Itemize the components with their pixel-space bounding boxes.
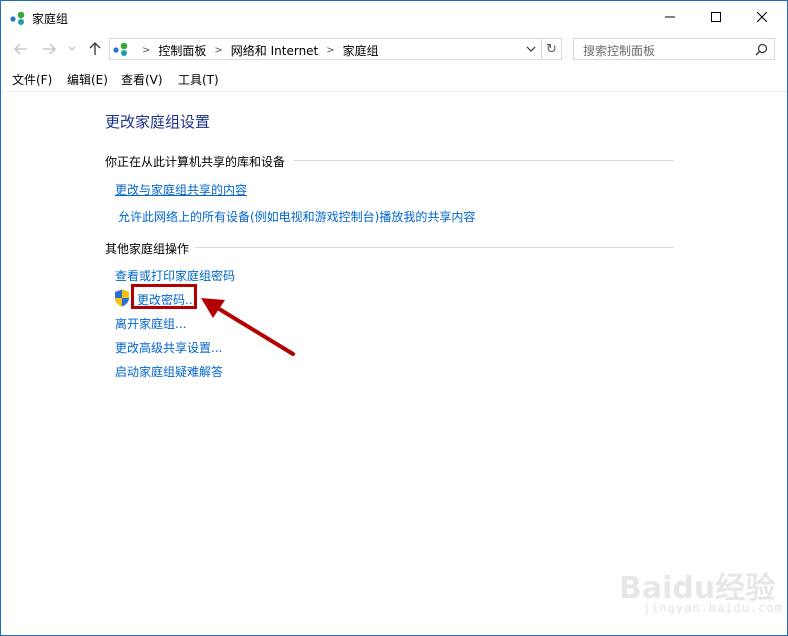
forward-button[interactable]: [39, 39, 59, 59]
breadcrumb: > 控制面板 > 网络和 Internet > 家庭组: [134, 42, 379, 59]
menu-bar: 文件(F) 编辑(E) 查看(V) 工具(T): [1, 67, 787, 92]
window-title: 家庭组: [32, 12, 69, 26]
chevron-right-icon[interactable]: >: [214, 45, 222, 56]
annotation-highlight-box: [131, 284, 197, 309]
link-view-print-password[interactable]: 查看或打印家庭组密码: [115, 267, 235, 284]
watermark-url: jingyan.baidu.com: [643, 601, 783, 615]
page-title: 更改家庭组设置: [105, 113, 211, 131]
search-placeholder: 搜索控制面板: [583, 44, 656, 58]
breadcrumb-item-control-panel[interactable]: 控制面板: [158, 42, 206, 59]
minimize-icon: [665, 16, 675, 18]
chevron-down-icon[interactable]: [525, 43, 537, 55]
arrow-left-icon: [14, 43, 27, 55]
homegroup-icon: [10, 11, 25, 25]
main-content: 更改家庭组设置 你正在从此计算机共享的库和设备 更改与家庭组共享的内容 允许此网…: [1, 92, 787, 635]
search-input[interactable]: 搜索控制面板: [573, 38, 775, 60]
uac-shield-icon: [115, 289, 129, 307]
minimize-button[interactable]: [647, 1, 693, 33]
navigation-bar: > 控制面板 > 网络和 Internet > 家庭组 ↻ 搜索控制面板: [1, 33, 787, 65]
chevron-down-icon: [68, 46, 76, 51]
breadcrumb-item-network[interactable]: 网络和 Internet: [231, 42, 318, 59]
control-panel-window: 家庭组 > 控制面板 > 网络和 Internet > 家庭组 ↻ 搜索控制面板…: [0, 0, 788, 636]
menu-view[interactable]: 查看(V): [121, 71, 163, 88]
section-divider: [195, 247, 674, 248]
search-icon[interactable]: [755, 43, 768, 56]
link-homegroup-troubleshooter[interactable]: 启动家庭组疑难解答: [115, 363, 223, 380]
section-heading-other-actions: 其他家庭组操作: [105, 242, 190, 256]
chevron-right-icon[interactable]: >: [326, 45, 334, 56]
arrow-right-icon: [43, 43, 56, 55]
back-button[interactable]: [11, 39, 31, 59]
refresh-icon: ↻: [546, 41, 557, 57]
maximize-button[interactable]: [693, 1, 739, 33]
maximize-icon: [711, 12, 721, 22]
menu-file[interactable]: 文件(F): [12, 71, 52, 88]
baidu-watermark: Baidu经验 jingyan.baidu.com: [619, 563, 782, 623]
recent-locations-button[interactable]: [65, 39, 79, 59]
menu-edit[interactable]: 编辑(E): [67, 71, 108, 88]
section-divider: [293, 160, 674, 161]
breadcrumb-item-homegroup[interactable]: 家庭组: [343, 42, 379, 59]
link-advanced-sharing[interactable]: 更改高级共享设置...: [115, 339, 222, 356]
close-button[interactable]: [739, 1, 785, 33]
menu-tools[interactable]: 工具(T): [178, 71, 219, 88]
refresh-button[interactable]: ↻: [542, 38, 562, 60]
chevron-right-icon: >: [142, 45, 151, 56]
close-icon: [757, 12, 767, 22]
link-leave-homegroup[interactable]: 离开家庭组...: [115, 315, 186, 332]
section-heading-shared-libraries: 你正在从此计算机共享的库和设备: [105, 155, 286, 169]
link-allow-media-streaming[interactable]: 允许此网络上的所有设备(例如电视和游戏控制台)播放我的共享内容: [118, 208, 475, 225]
title-bar[interactable]: 家庭组: [1, 1, 787, 33]
homegroup-icon: [113, 42, 128, 56]
up-button[interactable]: [85, 39, 105, 59]
link-change-shared-content[interactable]: 更改与家庭组共享的内容: [115, 181, 247, 198]
arrow-up-icon: [89, 42, 101, 55]
address-bar[interactable]: > 控制面板 > 网络和 Internet > 家庭组: [109, 38, 542, 60]
